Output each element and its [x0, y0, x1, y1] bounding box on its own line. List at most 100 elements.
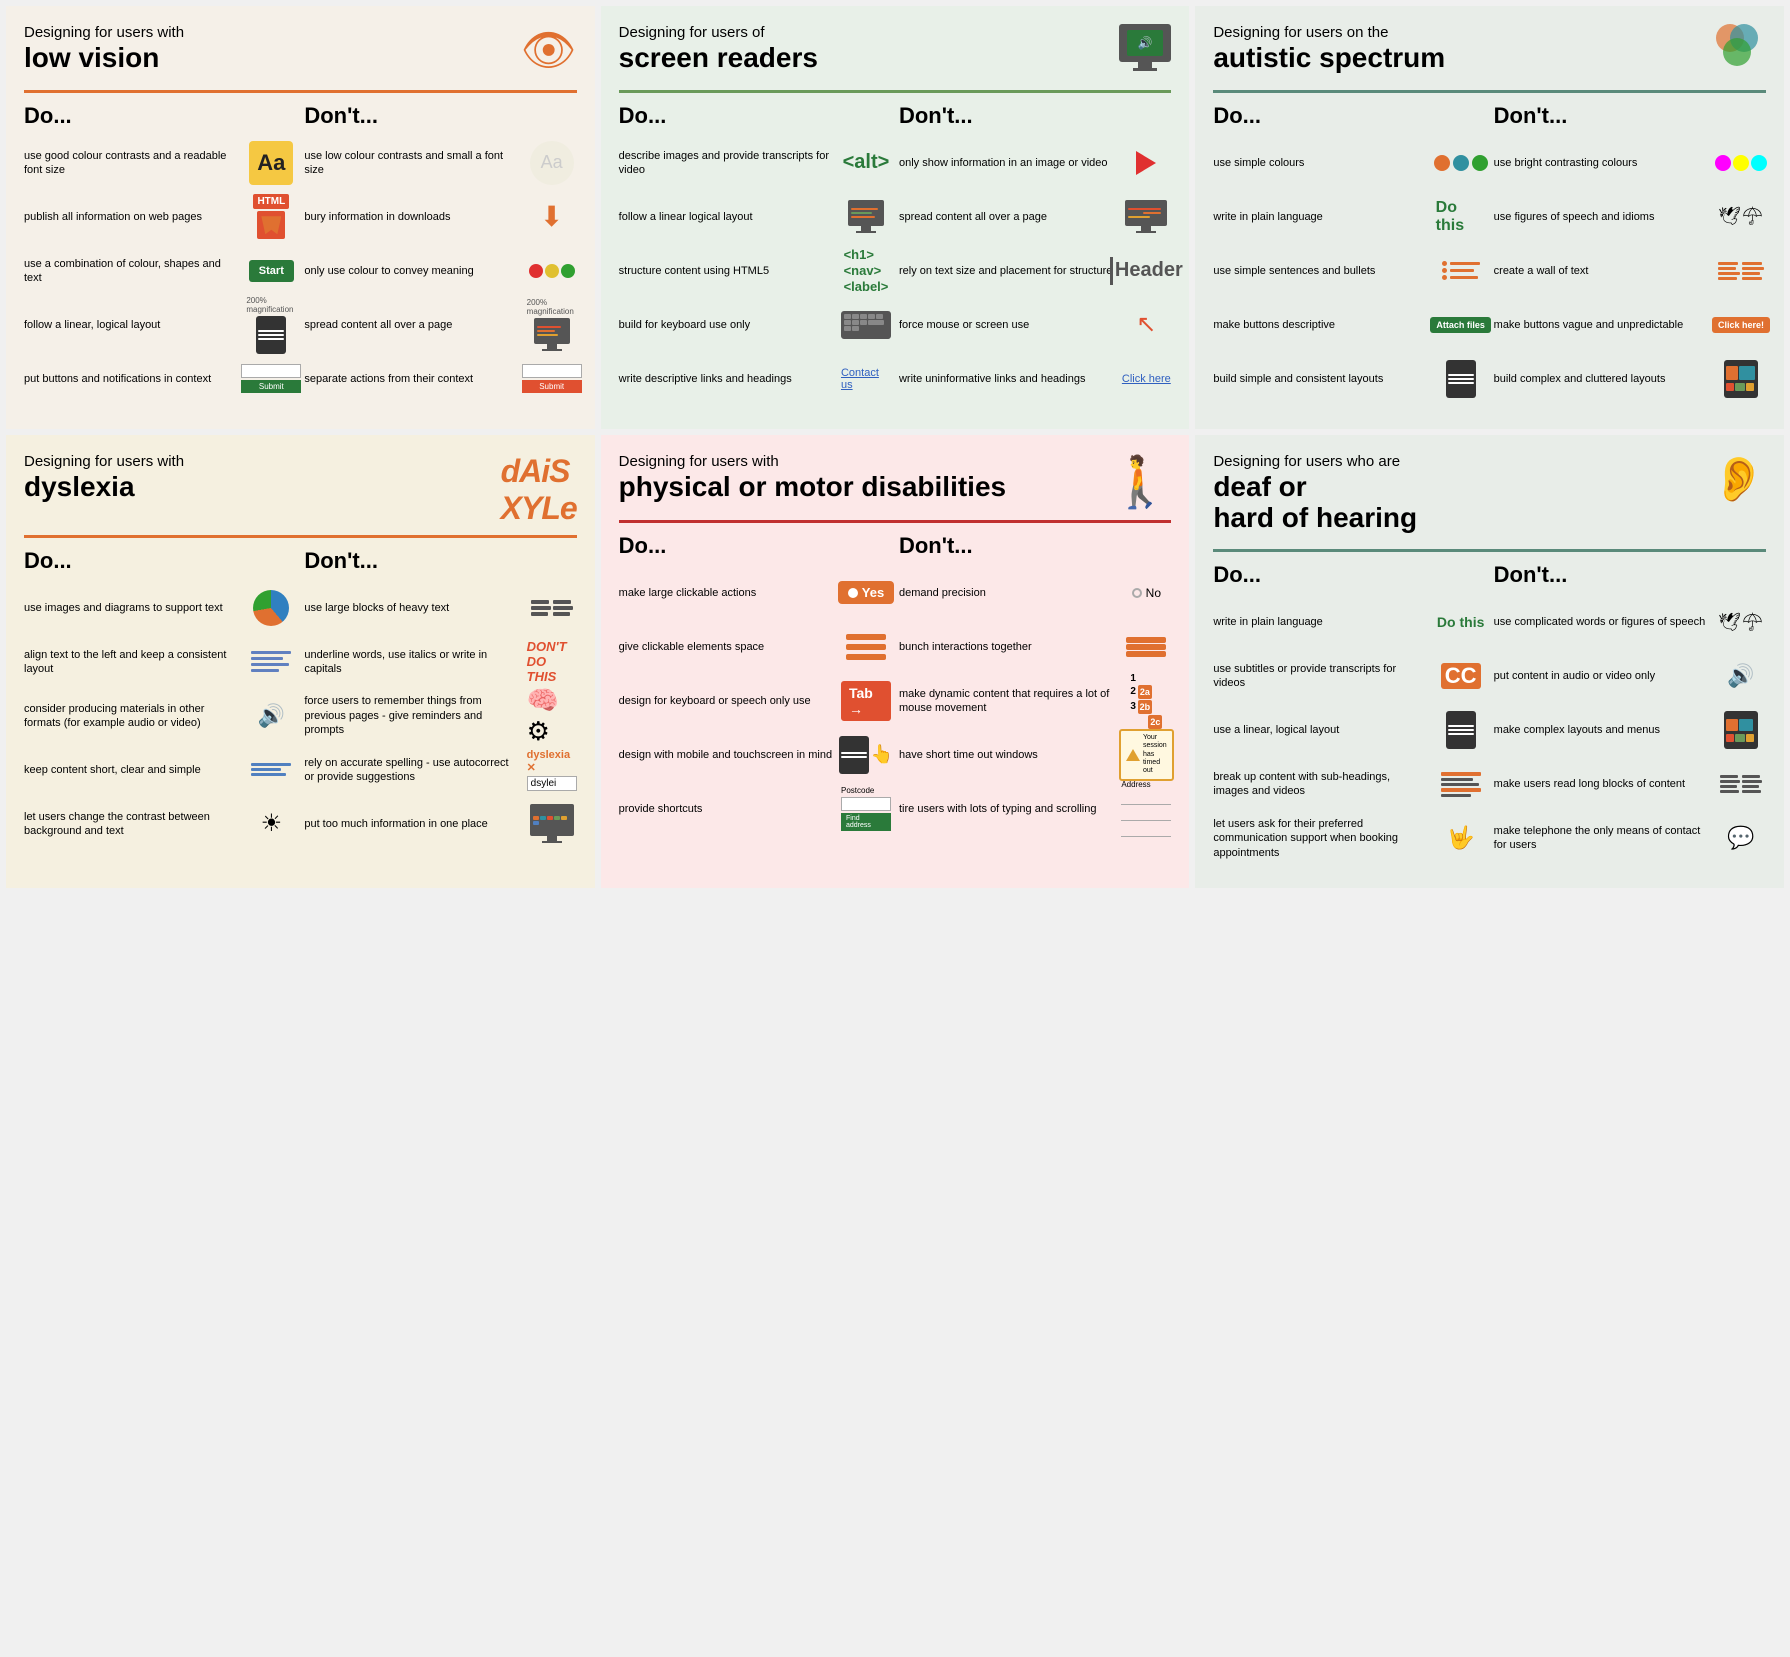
dont-header-low-vision: Don't...	[304, 103, 576, 133]
list-item: bury information in downloads ⬇	[304, 195, 576, 239]
panel-subtitle-dyslexia: Designing for users with	[24, 453, 184, 470]
item-icon-short-lines	[246, 748, 296, 792]
item-icon-tablet: 200% magnification	[246, 303, 296, 347]
deaf-icon: 👂	[1711, 453, 1766, 505]
item-icon-monitor-info	[527, 802, 577, 846]
list-item: rely on text size and placement for stru…	[899, 249, 1171, 293]
list-item: make telephone the only means of contact…	[1494, 816, 1766, 860]
item-text: write in plain language	[1213, 615, 1427, 629]
item-icon-spaced-btns	[841, 625, 891, 669]
item-icon-header-size: Header	[1121, 249, 1171, 293]
panel-header-deaf: Designing for users who are deaf or hard…	[1213, 453, 1766, 553]
list-item: force mouse or screen use ↖	[899, 303, 1171, 347]
panel-title-dyslexia: dyslexia	[24, 472, 184, 503]
panel-autistic: Designing for users on the autistic spec…	[1195, 6, 1784, 429]
item-text: make buttons vague and unpredictable	[1494, 318, 1708, 332]
low-vision-icon: 👁	[521, 24, 577, 76]
item-icon-keyboard	[841, 303, 891, 347]
item-text: write uninformative links and headings	[899, 372, 1113, 386]
item-icon-birds-umbrella2: 🕊☂	[1716, 600, 1766, 644]
list-item: write in plain language Do this	[1213, 600, 1485, 644]
item-icon-html: HTML	[246, 195, 296, 239]
item-text: make telephone the only means of contact…	[1494, 824, 1708, 853]
item-text: spread content all over a page	[899, 210, 1113, 224]
item-text: tire users with lots of typing and scrol…	[899, 802, 1113, 816]
item-text: rely on accurate spelling - use autocorr…	[304, 756, 518, 785]
list-item: build for keyboard use only	[619, 303, 891, 347]
list-item: follow a linear logical layout	[619, 195, 891, 239]
item-text: use images and diagrams to support text	[24, 601, 238, 615]
list-item: have short time out windows Your session…	[899, 733, 1171, 777]
item-text: make dynamic content that requires a lot…	[899, 687, 1113, 716]
item-text: put content in audio or video only	[1494, 669, 1708, 683]
do-header-motor: Do...	[619, 533, 891, 563]
item-text: write descriptive links and headings	[619, 372, 833, 386]
list-item: structure content using HTML5 <h1><nav><…	[619, 249, 891, 293]
item-icon-wall-text	[1716, 249, 1766, 293]
item-icon-pie	[246, 586, 296, 630]
list-item: rely on accurate spelling - use autocorr…	[304, 748, 576, 792]
panel-low-vision: Designing for users with low vision 👁 Do…	[6, 6, 595, 429]
panel-deaf: Designing for users who are deaf or hard…	[1195, 435, 1784, 889]
item-icon-no: No	[1121, 571, 1171, 615]
list-item: use bright contrasting colours	[1494, 141, 1766, 185]
item-icon-lines-left	[246, 640, 296, 684]
item-icon-aa: Aa	[246, 141, 296, 185]
autistic-icon	[1716, 24, 1766, 74]
dont-header-motor: Don't...	[899, 533, 1171, 563]
dont-column-screen-readers: Don't... only show information in an ima…	[899, 103, 1171, 411]
item-text: have short time out windows	[899, 748, 1113, 762]
item-icon-volume-muted: 🔊	[1716, 654, 1766, 698]
item-text: bury information in downloads	[304, 210, 518, 224]
item-text: separate actions from their context	[304, 372, 518, 386]
item-icon-h1nav: <h1><nav><label>	[841, 249, 891, 293]
dont-column-low-vision: Don't... use low colour contrasts and sm…	[304, 103, 576, 411]
item-icon-dyslexia-spell: dyslexia ✕ dsylei	[527, 748, 577, 792]
item-icon-heavy-text	[527, 586, 577, 630]
list-item: force users to remember things from prev…	[304, 694, 576, 738]
item-icon-tab: Tab →	[841, 679, 891, 723]
item-text: break up content with sub-headings, imag…	[1213, 770, 1427, 799]
item-text: put buttons and notifications in context	[24, 372, 238, 386]
list-item: use a combination of colour, shapes and …	[24, 249, 296, 293]
panel-dyslexia: Designing for users with dyslexia dAiSXY…	[6, 435, 595, 889]
list-item: put buttons and notifications in context…	[24, 357, 296, 401]
item-text: follow a linear logical layout	[619, 210, 833, 224]
item-icon-tablet-linear	[1436, 708, 1486, 752]
list-item: make users read long blocks of content	[1494, 762, 1766, 806]
list-item: spread content all over a page 200% magn…	[304, 303, 576, 347]
item-text: make large clickable actions	[619, 586, 833, 600]
item-icon-tablet-consistent	[1436, 357, 1486, 401]
item-icon-attach: Attach files	[1436, 303, 1486, 347]
item-text: build for keyboard use only	[619, 318, 833, 332]
item-icon-address: Address	[1121, 787, 1171, 831]
item-text: underline words, use italics or write in…	[304, 648, 518, 677]
list-item: make complex layouts and menus	[1494, 708, 1766, 752]
item-text: force users to remember things from prev…	[304, 694, 518, 737]
item-text: let users ask for their preferred commun…	[1213, 817, 1427, 860]
item-text: build complex and cluttered layouts	[1494, 372, 1708, 386]
list-item: use complicated words or figures of spee…	[1494, 600, 1766, 644]
list-item: only use colour to convey meaning	[304, 249, 576, 293]
item-icon-clickhere2: Click here!	[1716, 303, 1766, 347]
list-item: bunch interactions together	[899, 625, 1171, 669]
item-text: design for keyboard or speech only use	[619, 694, 833, 708]
dont-header-autistic: Don't...	[1494, 103, 1766, 133]
list-item: spread content all over a page	[899, 195, 1171, 239]
item-text: use simple sentences and bullets	[1213, 264, 1427, 278]
do-column-low-vision: Do... use good colour contrasts and a re…	[24, 103, 296, 411]
list-item: make dynamic content that requires a lot…	[899, 679, 1171, 723]
do-column-motor: Do... make large clickable actions Yes g…	[619, 533, 891, 841]
item-text: keep content short, clear and simple	[24, 763, 238, 777]
panel-screen-readers: Designing for users of screen readers 🔊 …	[601, 6, 1190, 429]
item-icon-long-blocks	[1716, 762, 1766, 806]
list-item: give clickable elements space	[619, 625, 891, 669]
panel-title-deaf: deaf or hard of hearing	[1213, 472, 1417, 534]
panel-header-low-vision: Designing for users with low vision 👁	[24, 24, 577, 93]
item-icon-submit: Submit	[246, 357, 296, 401]
item-icon-contrast: ☀	[246, 802, 296, 846]
list-item: use large blocks of heavy text	[304, 586, 576, 630]
item-text: make complex layouts and menus	[1494, 723, 1708, 737]
item-icon-birds-umbrella: 🕊☂	[1716, 195, 1766, 239]
list-item: design for keyboard or speech only use T…	[619, 679, 891, 723]
